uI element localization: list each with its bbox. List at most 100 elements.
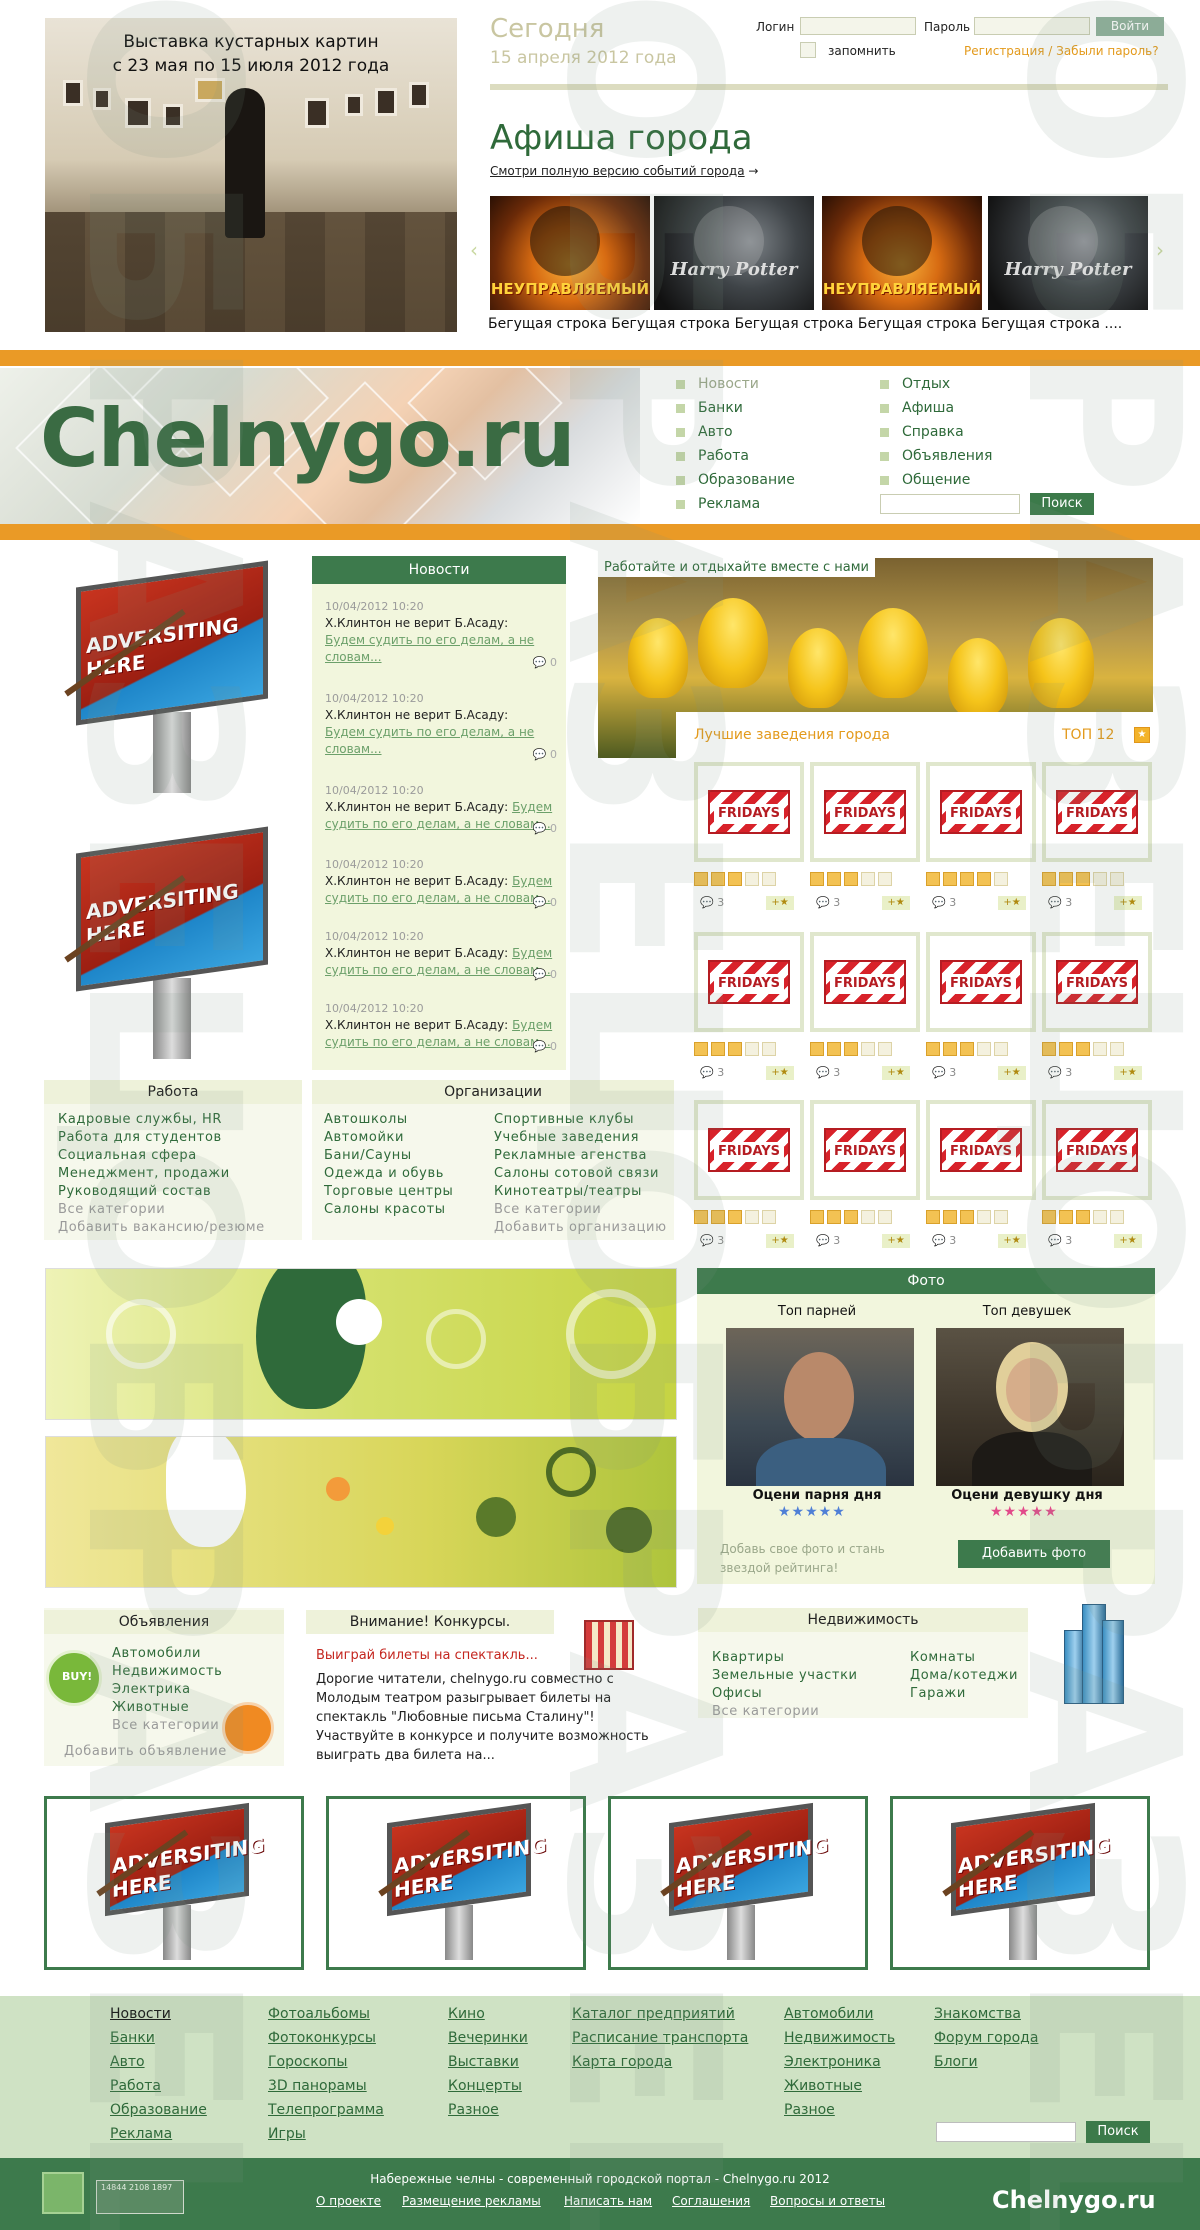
classifieds-link-electric[interactable]: Электрика: [112, 1682, 191, 1697]
add-favorite-icon[interactable]: +★: [766, 1066, 794, 1080]
ad-billboard-bottom[interactable]: ADVERSITING HERE: [326, 1796, 586, 1970]
work-link[interactable]: Добавить вакансию/резюме: [58, 1220, 265, 1235]
footer-link[interactable]: Телепрограмма: [268, 2102, 384, 2118]
add-favorite-icon[interactable]: +★: [882, 1234, 910, 1248]
news-item[interactable]: 10/04/2012 10:20 Х.Клинтон не верит Б.Ас…: [325, 928, 565, 981]
place-card[interactable]: FRIDAYS: [810, 762, 920, 862]
work-link[interactable]: Кадровые службы, HR: [58, 1112, 222, 1127]
add-favorite-icon[interactable]: +★: [882, 896, 910, 910]
menu-item-news[interactable]: Новости: [676, 376, 759, 392]
footer-link[interactable]: Новости: [110, 2006, 171, 2022]
place-card[interactable]: FRIDAYS: [926, 762, 1036, 862]
org-link[interactable]: Одежда и обувь: [324, 1166, 444, 1181]
menu-item-community[interactable]: Общение: [879, 472, 970, 488]
estate-all-link[interactable]: Все категории: [712, 1704, 819, 1719]
place-card[interactable]: FRIDAYS: [926, 1100, 1036, 1200]
footer-link-advertising[interactable]: Размещение рекламы: [402, 2194, 541, 2208]
footer-logo[interactable]: Chelnygo.ru: [992, 2186, 1156, 2214]
rating-stars[interactable]: [810, 872, 924, 886]
footer-link-about[interactable]: О проекте: [316, 2194, 381, 2208]
top-man-photo[interactable]: [726, 1328, 914, 1486]
rating-stars[interactable]: [926, 1210, 1040, 1224]
site-logo[interactable]: Chelnygo.ru: [40, 392, 575, 485]
org-link[interactable]: Салоны красоты: [324, 1202, 446, 1217]
org-link[interactable]: Автомойки: [324, 1130, 404, 1145]
login-input[interactable]: [800, 17, 916, 35]
rating-stars[interactable]: [926, 1042, 1040, 1056]
place-card[interactable]: FRIDAYS: [1042, 1100, 1152, 1200]
rating-stars[interactable]: [694, 1210, 808, 1224]
exhibition-banner[interactable]: Выставка кустарных картин с 23 мая по 15…: [45, 18, 457, 332]
ad-billboard[interactable]: ADVERSITING HERE: [52, 560, 292, 798]
footer-link[interactable]: Электроника: [784, 2054, 881, 2070]
classifieds-all-link[interactable]: Все категории: [112, 1718, 219, 1733]
footer-link-terms[interactable]: Соглашения: [672, 2194, 750, 2208]
rating-stars[interactable]: [926, 872, 1040, 886]
place-card[interactable]: FRIDAYS: [810, 1100, 920, 1200]
org-link[interactable]: Салоны сотовой связи: [494, 1166, 659, 1181]
footer-link[interactable]: Животные: [784, 2078, 862, 2094]
place-card[interactable]: FRIDAYS: [694, 762, 804, 862]
menu-item-education[interactable]: Образование: [676, 472, 795, 488]
add-favorite-icon[interactable]: +★: [998, 896, 1026, 910]
org-link[interactable]: Автошколы: [324, 1112, 408, 1127]
work-link[interactable]: Социальная сфера: [58, 1148, 197, 1163]
news-item[interactable]: 10/04/2012 10:20 Х.Клинтон не верит Б.Аса…: [325, 598, 565, 669]
estate-link-garages[interactable]: Гаражи: [910, 1686, 966, 1701]
work-link[interactable]: Менеджмент, продажи: [58, 1166, 230, 1181]
footer-link[interactable]: Фотоконкурсы: [268, 2030, 376, 2046]
search-input[interactable]: [880, 494, 1020, 514]
work-link[interactable]: Руководящий состав: [58, 1184, 211, 1199]
classifieds-add-link[interactable]: Добавить объявление: [64, 1744, 227, 1759]
org-link[interactable]: Учебные заведения: [494, 1130, 639, 1145]
footer-link[interactable]: Блоги: [934, 2054, 978, 2070]
footer-link-contact[interactable]: Написать нам: [564, 2194, 652, 2208]
footer-link[interactable]: Авто: [110, 2054, 145, 2070]
place-card[interactable]: FRIDAYS: [810, 932, 920, 1032]
footer-link[interactable]: Фотоальбомы: [268, 2006, 370, 2022]
poster[interactable]: НЕУПРАВЛЯЕМЫЙ: [822, 196, 982, 310]
rating-stars[interactable]: [810, 1042, 924, 1056]
footer-search-input[interactable]: [936, 2122, 1076, 2142]
footer-link[interactable]: Выставки: [448, 2054, 519, 2070]
footer-link[interactable]: Кино: [448, 2006, 485, 2022]
footer-link[interactable]: Расписание транспорта: [572, 2030, 748, 2046]
carousel-next-icon[interactable]: ›: [1156, 238, 1164, 262]
footer-link[interactable]: Каталог предприятий: [572, 2006, 735, 2022]
place-card[interactable]: FRIDAYS: [926, 932, 1036, 1032]
menu-item-ads[interactable]: Реклама: [675, 496, 760, 512]
footer-link[interactable]: Недвижимость: [784, 2030, 895, 2046]
org-link[interactable]: Добавить организацию: [494, 1220, 667, 1235]
register-link[interactable]: Регистрация / Забыли пароль?: [964, 44, 1159, 58]
classifieds-link-estate[interactable]: Недвижимость: [112, 1664, 222, 1679]
footer-link[interactable]: Форум города: [934, 2030, 1038, 2046]
rate-woman-stars[interactable]: ★★★★★: [990, 1504, 1058, 1520]
news-item[interactable]: 10/04/2012 10:20 Х.Клинтон не верит Б.Ас…: [325, 1000, 565, 1053]
add-favorite-icon[interactable]: +★: [1114, 896, 1142, 910]
carousel-prev-icon[interactable]: ‹: [470, 238, 478, 262]
footer-link[interactable]: Банки: [110, 2030, 155, 2046]
org-link[interactable]: Кинотеатры/театры: [494, 1184, 642, 1199]
footer-link[interactable]: Игры: [268, 2126, 306, 2142]
footer-link[interactable]: Карта города: [572, 2054, 672, 2070]
star-icon[interactable]: ★: [1134, 727, 1150, 743]
add-favorite-icon[interactable]: +★: [766, 896, 794, 910]
footer-link[interactable]: Реклама: [110, 2126, 172, 2142]
illustration-banner[interactable]: [45, 1436, 677, 1588]
ad-billboard[interactable]: ADVERSITING HERE: [52, 826, 292, 1064]
afisha-full-version-link[interactable]: Смотри полную версию событий города →: [490, 164, 758, 178]
org-link[interactable]: Торговые центры: [324, 1184, 453, 1199]
place-card[interactable]: FRIDAYS: [1042, 762, 1152, 862]
footer-link[interactable]: Гороскопы: [268, 2054, 347, 2070]
menu-item-work[interactable]: Работа: [676, 448, 749, 464]
menu-item-rest[interactable]: Отдых: [879, 376, 950, 392]
footer-link-faq[interactable]: Вопросы и ответы: [770, 2194, 885, 2208]
menu-item-classifieds[interactable]: Объявления: [879, 448, 992, 464]
rating-stars[interactable]: [1042, 872, 1156, 886]
footer-link[interactable]: 3D панорамы: [268, 2078, 367, 2094]
top-12-link[interactable]: ТОП 12: [1062, 727, 1114, 743]
news-item[interactable]: 10/04/2012 10:20 Х.Клинтон не верит Б.Ас…: [325, 856, 565, 909]
rating-stars[interactable]: [1042, 1042, 1156, 1056]
org-link[interactable]: Все категории: [494, 1202, 601, 1217]
footer-link[interactable]: Автомобили: [784, 2006, 873, 2022]
